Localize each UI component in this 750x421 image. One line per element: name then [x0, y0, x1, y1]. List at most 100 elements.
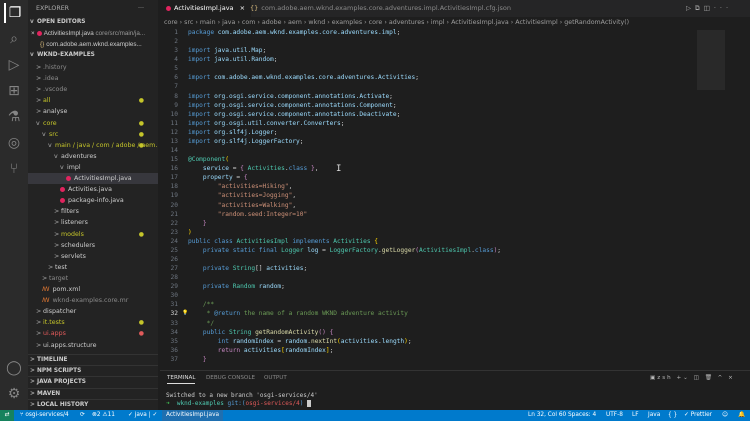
tree-item[interactable]: > target — [28, 273, 158, 284]
more-icon[interactable]: ··· — [714, 4, 732, 12]
tab-terminal[interactable]: TERMINAL — [167, 375, 196, 384]
tree-item[interactable]: > dispatcher — [28, 306, 158, 317]
tree-item[interactable]: v src ● — [28, 129, 158, 140]
code-line[interactable]: 18 "activities=Hiking", — [160, 182, 750, 191]
run-icon[interactable]: ▷ — [686, 4, 695, 12]
breadcrumb-item[interactable]: impl — [431, 19, 445, 26]
notifications-icon[interactable]: 🔔 — [738, 410, 745, 421]
open-editor-item[interactable]: × ActivitiesImpl.java core/src/main/ja... — [28, 28, 158, 39]
code-line[interactable]: 27 private String[] activities; — [160, 264, 750, 273]
chevron-down-icon[interactable]: ⌄ — [683, 375, 690, 381]
split-editor-icon[interactable]: ◫ — [704, 4, 714, 12]
tree-item[interactable]: > all ● — [28, 95, 158, 106]
code-line[interactable]: 17 property = { — [160, 173, 750, 182]
breadcrumb-item[interactable]: adventures — [389, 19, 425, 26]
source-control-icon[interactable]: ⑂ — [4, 159, 24, 179]
code-line[interactable]: 6 import com.adobe.aem.wknd.examples.core… — [160, 73, 750, 82]
explorer-icon[interactable]: ❐ — [4, 3, 24, 23]
code-line[interactable]: 32 * @return the name of a random WKND a… — [160, 309, 750, 318]
tree-item[interactable]: ꟿ pom.xml — [28, 284, 158, 295]
tree-item[interactable]: > ui.apps ● — [28, 328, 158, 339]
tree-item[interactable]: > it.tests ● — [28, 317, 158, 328]
code-line[interactable]: 35 int randomIndex = random.nextInt(acti… — [160, 337, 750, 346]
tree-item[interactable]: v main / java / com / adobe / aem... ● — [28, 140, 158, 151]
code-line[interactable]: 30 — [160, 291, 750, 300]
tree-item[interactable]: v core ● — [28, 118, 158, 129]
tree-item[interactable]: > models ● — [28, 229, 158, 240]
tab-activitiesimpl-java[interactable]: ActivitiesImpl.java × — [160, 0, 252, 17]
more-actions-icon[interactable]: ··· — [138, 3, 158, 14]
remote-indicator-icon[interactable]: ⇄ — [0, 410, 14, 421]
compare-icon[interactable]: ⧉ — [695, 4, 704, 12]
sidebar-section[interactable]: > LOCAL HISTORY — [28, 398, 158, 410]
settings-gear-icon[interactable]: ⚙ — [4, 384, 24, 404]
code-line[interactable]: 5 — [160, 64, 750, 73]
sidebar-section[interactable]: > JAVA PROJECTS — [28, 376, 158, 387]
end-of-line[interactable]: LF — [632, 410, 639, 421]
breadcrumb-item[interactable]: examples — [332, 19, 362, 26]
breadcrumb-item[interactable]: java — [222, 19, 235, 26]
tree-item[interactable]: > ui.apps.structure — [28, 340, 158, 351]
code-line[interactable]: 1 package com.adobe.aem.wknd.examples.cor… — [160, 28, 750, 37]
code-line[interactable]: 21 "random.seed:Integer=10" — [160, 210, 750, 219]
tree-item[interactable]: > .history — [28, 62, 158, 73]
prettier-status[interactable]: ✓ Prettier — [684, 410, 712, 421]
shell-selector[interactable]: zsh — [657, 375, 672, 381]
remote-icon[interactable]: ◎ — [4, 133, 24, 153]
tree-item[interactable]: > analyse — [28, 106, 158, 117]
problems-indicator[interactable]: ⊗2 ⚠11 — [92, 410, 115, 421]
code-line[interactable]: 13 import org.slf4j.LoggerFactory; — [160, 137, 750, 146]
tree-item[interactable]: package-info.java — [28, 195, 158, 206]
code-line[interactable]: 36 return activities[randomIndex]; — [160, 346, 750, 355]
sidebar-section[interactable]: > NPM SCRIPTS — [28, 365, 158, 376]
breadcrumb-item[interactable]: core — [369, 19, 383, 26]
code-line[interactable]: 19 "activities=Jogging", — [160, 191, 750, 200]
tree-item[interactable]: v impl — [28, 162, 158, 173]
tree-item[interactable]: > test — [28, 262, 158, 273]
braces-icon[interactable]: { } — [668, 410, 677, 421]
code-line[interactable]: 24 public class ActivitiesImpl implements… — [160, 237, 750, 246]
feedback-icon[interactable]: ☺ — [722, 410, 728, 421]
active-file[interactable]: ActivitiesImpl.java — [162, 410, 224, 421]
tree-item[interactable]: ActivitiesImpl.java — [28, 173, 158, 184]
code-line[interactable]: 23) — [160, 228, 750, 237]
code-line[interactable]: 8 import org.osgi.service.component.annot… — [160, 92, 750, 101]
code-line[interactable]: 12 import org.slf4j.Logger; — [160, 128, 750, 137]
breadcrumb-item[interactable]: core — [164, 19, 178, 26]
tree-item[interactable]: > schedulers — [28, 240, 158, 251]
breadcrumb-item[interactable]: wknd — [308, 19, 325, 26]
code-line[interactable]: 33 */ — [160, 319, 750, 328]
breadcrumb-item[interactable]: com — [242, 19, 255, 26]
code-line[interactable]: 28 — [160, 273, 750, 282]
sidebar-section[interactable]: > MAVEN — [28, 387, 158, 399]
breadcrumb-item[interactable]: ActivitiesImpl.java — [451, 19, 509, 26]
extensions-icon[interactable]: ⊞ — [4, 81, 24, 101]
code-line[interactable]: 9 import org.osgi.service.component.annot… — [160, 101, 750, 110]
code-line[interactable]: 2 — [160, 37, 750, 46]
language-mode[interactable]: Java — [648, 410, 660, 421]
tree-item[interactable]: > listeners — [28, 217, 158, 228]
code-line[interactable]: 26 — [160, 255, 750, 264]
code-line[interactable]: 16 service = { Activities.class }, — [160, 164, 750, 173]
tab-output[interactable]: OUTPUT — [264, 375, 287, 381]
code-line[interactable]: 22 } — [160, 219, 750, 228]
branch-indicator[interactable]: ⑂ osgi-services/4 — [20, 410, 69, 421]
open-editors-header[interactable]: v OPEN EDITORS — [28, 17, 158, 28]
sync-icon[interactable]: ⟳ — [80, 410, 85, 421]
terminal-prompt[interactable]: ➜ wknd-examples git:(osgi-services/4) _ — [166, 400, 311, 407]
close-icon[interactable]: × — [728, 375, 735, 381]
code-line[interactable]: 20 "activities=Walking", — [160, 201, 750, 210]
maximize-icon[interactable]: ^ — [718, 375, 725, 381]
code-line[interactable]: 34 public String getRandomActivity() { — [160, 328, 750, 337]
lightbulb-icon[interactable]: 💡 — [182, 309, 188, 318]
code-line[interactable]: 11 import org.osgi.util.converter.Convert… — [160, 119, 750, 128]
tree-item[interactable]: Activities.java — [28, 184, 158, 195]
code-line[interactable]: 25 private static final Logger log = Log… — [160, 246, 750, 255]
sidebar-section[interactable]: > TIMELINE — [28, 354, 158, 365]
code-line[interactable]: 31 /** — [160, 300, 750, 309]
code-editor[interactable]: I 1 package com.adobe.aem.wknd.examples.c… — [160, 28, 750, 368]
tree-item[interactable]: > servlets — [28, 251, 158, 262]
close-icon[interactable]: × — [31, 30, 35, 37]
trash-icon[interactable]: 🗑 — [705, 375, 714, 381]
tree-item[interactable]: v adventures — [28, 151, 158, 162]
